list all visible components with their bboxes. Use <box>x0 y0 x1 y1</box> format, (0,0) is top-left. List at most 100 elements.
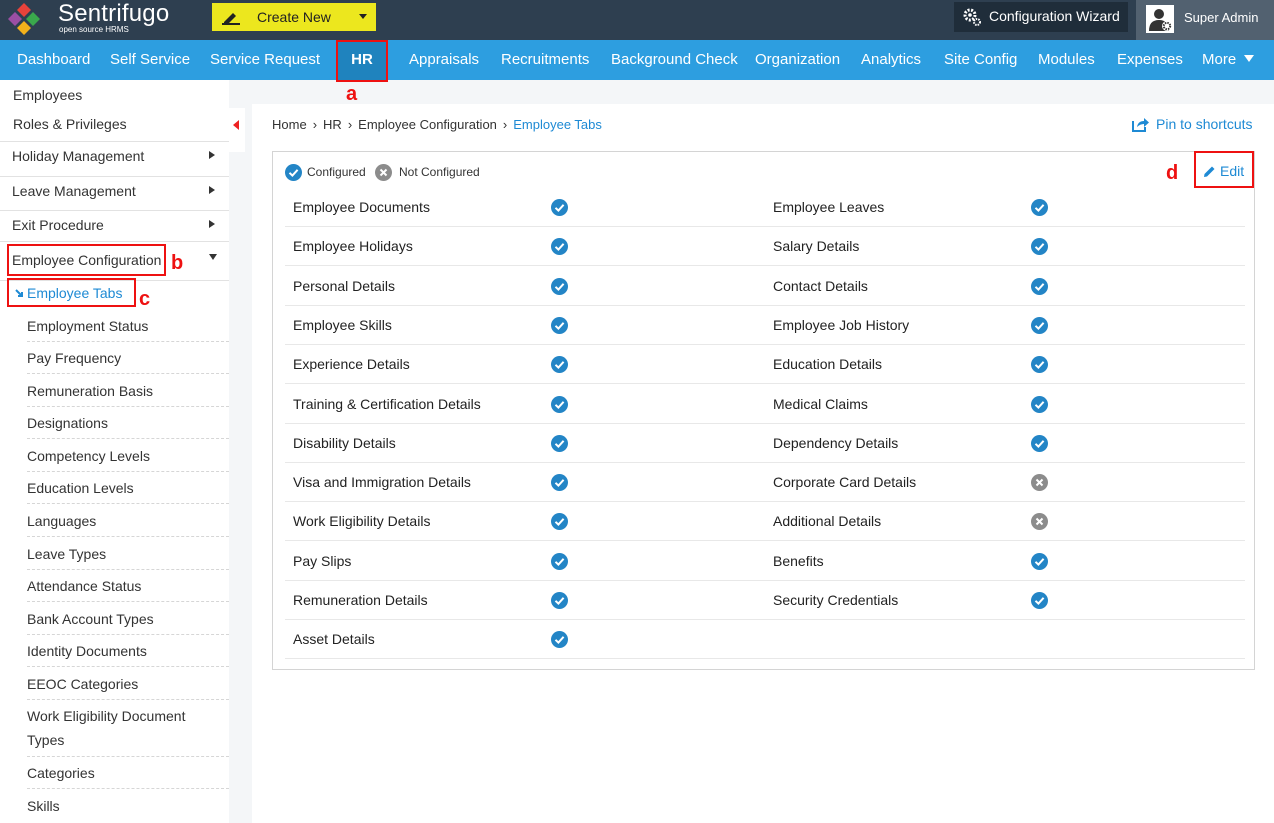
tab-name: Salary Details <box>773 238 860 255</box>
divider <box>0 176 229 177</box>
sidebar-item-label: Roles & Privileges <box>13 116 127 132</box>
tab-row: Pay Slips Benefits <box>285 542 1245 581</box>
tab-name: Employee Job History <box>773 316 910 333</box>
pen-edit-icon <box>222 13 240 25</box>
nav-background-check[interactable]: Background Check <box>611 40 738 80</box>
sidebar-subitem-label: Education Levels <box>27 480 134 496</box>
divider <box>27 373 229 374</box>
check-circle-icon <box>551 316 568 334</box>
divider <box>27 438 229 439</box>
divider <box>27 536 229 537</box>
configuration-wizard-button[interactable]: Configuration Wizard <box>954 2 1128 32</box>
sidebar-subitem-work-eligibility-document-types[interactable]: Work Eligibility Document Types <box>0 708 229 756</box>
logo-name: Sentrifugo <box>58 0 170 27</box>
annotation-box-c <box>7 278 136 307</box>
nav-analytics[interactable]: Analytics <box>861 40 921 80</box>
sidebar-item-employees[interactable]: Employees <box>0 87 229 109</box>
sidebar-subitem-remuneration-basis[interactable]: Remuneration Basis <box>0 383 229 405</box>
annotation-box-d <box>1194 151 1254 188</box>
nav-expenses[interactable]: Expenses <box>1117 40 1183 80</box>
sidebar-subitem-label: Designations <box>27 415 108 431</box>
tab-row: Disability Details Dependency Details <box>285 424 1245 463</box>
sidebar-item-leave-management[interactable]: Leave Management <box>0 183 229 205</box>
sidebar-subitem-eeoc-categories[interactable]: EEOC Categories <box>0 676 229 698</box>
tab-name: Corporate Card Details <box>773 474 917 491</box>
nav-organization[interactable]: Organization <box>755 40 840 80</box>
check-circle-icon <box>1031 316 1048 334</box>
tab-name: Benefits <box>773 552 824 569</box>
breadcrumb-hr[interactable]: HR <box>323 117 342 132</box>
tab-row: Experience Details Education Details <box>285 345 1245 385</box>
sidebar-subitem-competency-levels[interactable]: Competency Levels <box>0 448 229 470</box>
check-circle-icon <box>551 552 568 570</box>
top-bar: Sentrifugo open source HRMS Create New C… <box>0 0 1274 40</box>
sidebar-item-label: Holiday Management <box>12 148 145 164</box>
breadcrumb-separator: › <box>502 117 508 132</box>
check-circle-icon <box>1031 592 1048 609</box>
divider <box>27 756 229 757</box>
tab-name: Disability Details <box>293 434 396 451</box>
divider <box>27 666 229 667</box>
check-circle-icon <box>551 434 568 452</box>
check-circle-icon <box>1031 356 1048 374</box>
breadcrumb-employee-configuration[interactable]: Employee Configuration <box>358 117 497 132</box>
sidebar-subitem-label: Employment Status <box>27 318 149 334</box>
check-circle-icon <box>285 164 302 181</box>
check-circle-icon <box>551 395 568 413</box>
tab-name: Work Eligibility Details <box>293 513 431 530</box>
sidebar-collapse-toggle[interactable] <box>229 108 245 152</box>
nav-recruitments[interactable]: Recruitments <box>501 40 589 80</box>
tab-row: Employee Documents Employee Leaves <box>285 188 1245 227</box>
breadcrumb-separator: › <box>347 117 353 132</box>
divider <box>27 699 229 700</box>
tab-row: Work Eligibility Details Additional Detai… <box>285 502 1245 542</box>
sidebar-subitem-label: Competency Levels <box>27 448 150 464</box>
share-icon <box>1132 118 1149 132</box>
sidebar-subitem-skills[interactable]: Skills <box>0 798 229 820</box>
sidebar-item-holiday-management[interactable]: Holiday Management <box>0 148 229 170</box>
caret-right-icon <box>209 186 215 194</box>
breadcrumb-home[interactable]: Home <box>272 117 307 132</box>
sidebar-subitem-leave-types[interactable]: Leave Types <box>0 546 229 568</box>
sidebar-subitem-designations[interactable]: Designations <box>0 415 229 437</box>
sentrifugo-logo-icon <box>8 3 40 35</box>
nav-service-request[interactable]: Service Request <box>210 40 320 80</box>
nav-self-service[interactable]: Self Service <box>110 40 190 80</box>
sidebar-item-label: Employees <box>13 87 83 103</box>
pin-to-shortcuts-label: Pin to shortcuts <box>1156 116 1253 132</box>
annotation-label-c: c <box>139 288 151 310</box>
annotation-label-a: a <box>346 83 358 105</box>
sidebar-subitem-label-line2: Types <box>27 732 65 748</box>
caret-right-icon <box>209 151 215 159</box>
tab-row: Remuneration Details Security Credentials <box>285 581 1245 620</box>
nav-modules[interactable]: Modules <box>1038 40 1095 80</box>
caret-right-icon <box>209 220 215 228</box>
nav-more[interactable]: More <box>1202 40 1255 80</box>
tab-name: Employee Holidays <box>293 238 413 255</box>
create-new-button[interactable]: Create New <box>212 3 376 31</box>
tab-name: Employee Leaves <box>773 199 885 215</box>
breadcrumb-separator: › <box>312 117 318 132</box>
sidebar-subitem-categories[interactable]: Categories <box>0 765 229 787</box>
sidebar-subitem-pay-frequency[interactable]: Pay Frequency <box>0 350 229 372</box>
sidebar-subitem-bank-account-types[interactable]: Bank Account Types <box>0 611 229 633</box>
sidebar-subitem-label: Leave Types <box>27 546 107 562</box>
sidebar-subitem-employment-status[interactable]: Employment Status <box>0 318 229 340</box>
user-menu[interactable]: Super Admin <box>1136 0 1274 40</box>
nav-appraisals[interactable]: Appraisals <box>409 40 479 80</box>
divider <box>27 601 229 602</box>
annotation-label-b: b <box>171 252 184 274</box>
tab-row: Visa and Immigration Details Corporate Ca… <box>285 463 1245 503</box>
sidebar-subitem-languages[interactable]: Languages <box>0 513 229 535</box>
sidebar-item-exit-procedure[interactable]: Exit Procedure <box>0 217 229 239</box>
avatar-icon <box>1146 5 1174 33</box>
sidebar-subitem-attendance-status[interactable]: Attendance Status <box>0 578 229 600</box>
nav-dashboard[interactable]: Dashboard <box>17 40 90 80</box>
tab-row: Asset Details <box>285 620 1245 660</box>
sidebar-subitem-identity-documents[interactable]: Identity Documents <box>0 643 229 665</box>
app-logo[interactable]: Sentrifugo open source HRMS <box>6 0 176 37</box>
sidebar-item-roles-privileges[interactable]: Roles & Privileges <box>0 116 229 138</box>
nav-site-config[interactable]: Site Config <box>944 40 1017 80</box>
sidebar-subitem-education-levels[interactable]: Education Levels <box>0 480 229 502</box>
sidebar-subitem-label: Attendance Status <box>27 578 142 594</box>
